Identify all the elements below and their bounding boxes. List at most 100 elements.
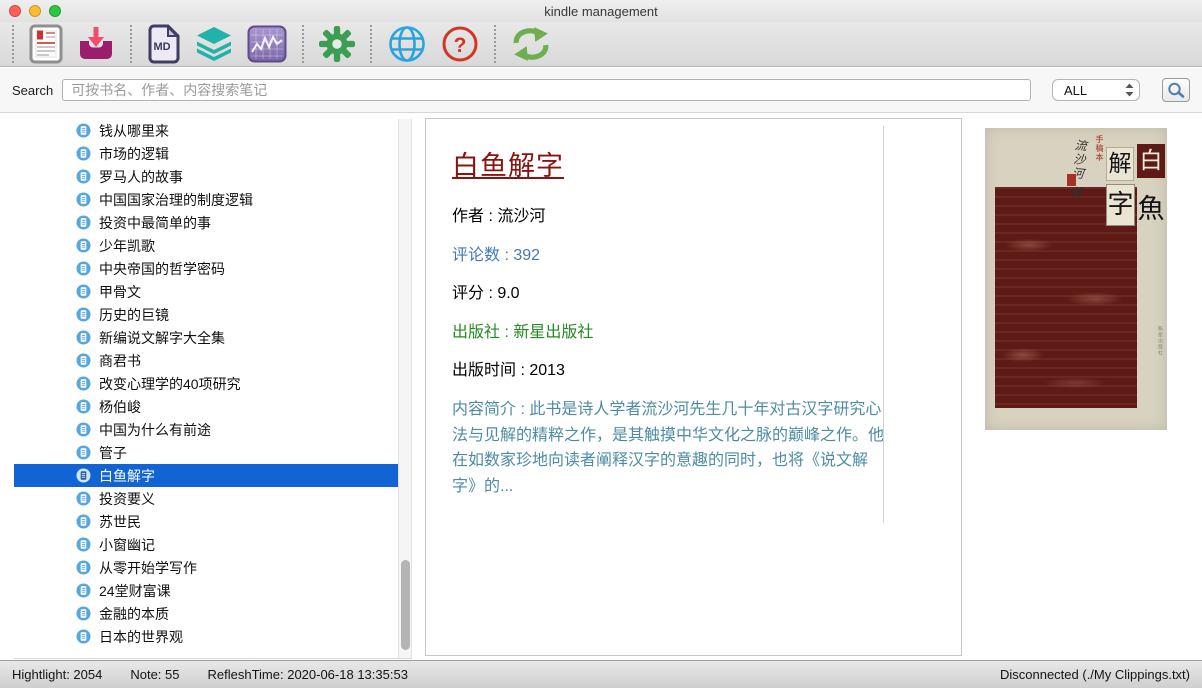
cover-edition-label: 手稿本 xyxy=(1089,135,1105,162)
book-title: 从零开始学写作 xyxy=(99,558,197,578)
book-icon xyxy=(76,606,91,621)
book-list-item[interactable]: 钱从哪里来 xyxy=(14,119,398,142)
book-detail-field: 评论数 : 392 xyxy=(452,243,886,269)
book-icon xyxy=(76,376,91,391)
book-icon xyxy=(76,537,91,552)
book-list-item[interactable]: 甲骨文 xyxy=(14,280,398,303)
book-list-item[interactable]: 金融的本质 xyxy=(14,602,398,625)
cover-char-jie: 解 xyxy=(1106,147,1134,181)
book-list-item[interactable]: 商君书 xyxy=(14,349,398,372)
book-title: 日本的世界观 xyxy=(99,627,183,647)
book-icon xyxy=(76,583,91,598)
search-magnifier-icon xyxy=(1167,82,1185,99)
cover-seal-stamp xyxy=(1067,174,1076,186)
clippings-document-icon[interactable] xyxy=(29,24,63,64)
settings-gear-icon[interactable] xyxy=(319,26,355,62)
book-cover-image: 流沙河 著 手稿本 解 白 字 魚 新星出版社 xyxy=(985,128,1167,430)
book-detail-field: 内容简介 : 此书是诗人学者流沙河先生几十年对古汉字研究心法与见解的精粹之作，是… xyxy=(452,397,886,499)
book-title: 投资要义 xyxy=(99,489,155,509)
book-list-item[interactable]: 杨伯峻 xyxy=(14,395,398,418)
scrollbar-thumb[interactable] xyxy=(401,560,410,650)
book-list-item[interactable]: 改变心理学的40项研究 xyxy=(14,372,398,395)
filter-select[interactable]: ALL xyxy=(1052,79,1140,101)
book-detail-field: 作者 : 流沙河 xyxy=(452,204,886,230)
book-detail-panel: 白鱼解字 作者 : 流沙河 评论数 : 392 评分 : 9.0 出版社 : 新… xyxy=(425,118,962,656)
book-icon xyxy=(76,261,91,276)
book-list-item[interactable]: 罗马人的故事 xyxy=(14,165,398,188)
book-title: 历史的巨镜 xyxy=(99,305,169,325)
book-title: 中国为什么有前途 xyxy=(99,420,211,440)
cover-char-yu: 魚 xyxy=(1136,179,1166,245)
search-bar: Search ALL xyxy=(0,68,1202,113)
search-input[interactable] xyxy=(62,79,1031,101)
filter-selected-value: ALL xyxy=(1064,83,1125,98)
book-icon xyxy=(76,399,91,414)
book-title: 甲骨文 xyxy=(99,282,141,302)
book-list-item[interactable]: 中国国家治理的制度逻辑 xyxy=(14,188,398,211)
book-detail-field: 出版时间 : 2013 xyxy=(452,358,886,384)
detail-divider xyxy=(883,126,884,523)
book-list-item[interactable]: 白鱼解字 xyxy=(14,464,398,487)
book-title: 市场的逻辑 xyxy=(99,144,169,164)
book-icon xyxy=(76,169,91,184)
book-icon xyxy=(76,491,91,506)
search-label: Search xyxy=(12,83,53,98)
md-label: MD xyxy=(153,41,170,53)
book-list-item[interactable]: 少年凯歌 xyxy=(14,234,398,257)
book-list-item[interactable]: 日本的世界观 xyxy=(14,625,398,648)
book-icon xyxy=(76,445,91,460)
book-icon xyxy=(76,422,91,437)
book-icon xyxy=(76,215,91,230)
status-refresh-time: RefleshTime: 2020-06-18 13:35:53 xyxy=(208,667,408,682)
book-list-item[interactable]: 小窗幽记 xyxy=(14,533,398,556)
book-list-item[interactable]: 24堂财富课 xyxy=(14,579,398,602)
markdown-file-icon[interactable]: MD xyxy=(147,24,181,64)
book-icon xyxy=(76,560,91,575)
book-title: 少年凯歌 xyxy=(99,236,155,256)
list-bottom-border xyxy=(14,658,412,659)
window-title: kindle management xyxy=(0,4,1202,19)
refresh-sync-icon[interactable] xyxy=(511,26,551,62)
layers-stack-icon[interactable] xyxy=(195,26,233,62)
book-list-item[interactable]: 历史的巨镜 xyxy=(14,303,398,326)
book-title: 商君书 xyxy=(99,351,141,371)
toolbar-separator xyxy=(130,25,132,63)
book-list-scrollbar[interactable] xyxy=(398,119,412,658)
cover-char-bai: 白 xyxy=(1137,144,1165,178)
book-icon xyxy=(76,629,91,644)
search-button[interactable] xyxy=(1162,78,1190,102)
web-globe-icon[interactable] xyxy=(387,24,427,64)
cover-publisher-spine: 新星出版社 xyxy=(1157,326,1164,356)
book-list-item[interactable]: 投资要义 xyxy=(14,487,398,510)
select-chevrons-icon xyxy=(1125,83,1134,97)
toolbar-separator xyxy=(12,25,14,63)
toolbar-separator xyxy=(370,25,372,63)
book-title: 改变心理学的40项研究 xyxy=(99,374,241,394)
book-icon xyxy=(76,192,91,207)
book-list-item[interactable]: 从零开始学写作 xyxy=(14,556,398,579)
toolbar-separator xyxy=(494,25,496,63)
help-question-icon[interactable]: ? xyxy=(441,25,479,63)
cover-char-zi: 字 xyxy=(1106,184,1135,226)
book-title: 苏世民 xyxy=(99,512,141,532)
book-list-item[interactable]: 新编说文解字大全集 xyxy=(14,326,398,349)
book-title: 管子 xyxy=(99,443,127,463)
book-list-item[interactable]: 管子 xyxy=(14,441,398,464)
book-list: 钱从哪里来 市场的逻辑 罗马人的故事 中国国家治理的制度逻辑 xyxy=(14,119,398,658)
status-note-count: Note: 55 xyxy=(130,667,179,682)
book-list-item[interactable]: 中央帝国的哲学密码 xyxy=(14,257,398,280)
book-list-item[interactable]: 投资中最简单的事 xyxy=(14,211,398,234)
help-glyph: ? xyxy=(454,34,467,57)
import-download-icon[interactable] xyxy=(77,26,115,62)
chart-stats-icon[interactable] xyxy=(247,25,287,63)
book-title: 小窗幽记 xyxy=(99,535,155,555)
book-list-item[interactable]: 市场的逻辑 xyxy=(14,142,398,165)
book-title-link[interactable]: 白鱼解字 xyxy=(452,144,564,183)
book-list-item[interactable]: 中国为什么有前途 xyxy=(14,418,398,441)
book-list-item[interactable]: 苏世民 xyxy=(14,510,398,533)
book-detail-field: 出版社 : 新星出版社 xyxy=(452,320,886,346)
book-title: 24堂财富课 xyxy=(99,581,171,601)
book-title: 投资中最简单的事 xyxy=(99,213,211,233)
book-detail-field: 评分 : 9.0 xyxy=(452,281,886,307)
book-icon xyxy=(76,353,91,368)
